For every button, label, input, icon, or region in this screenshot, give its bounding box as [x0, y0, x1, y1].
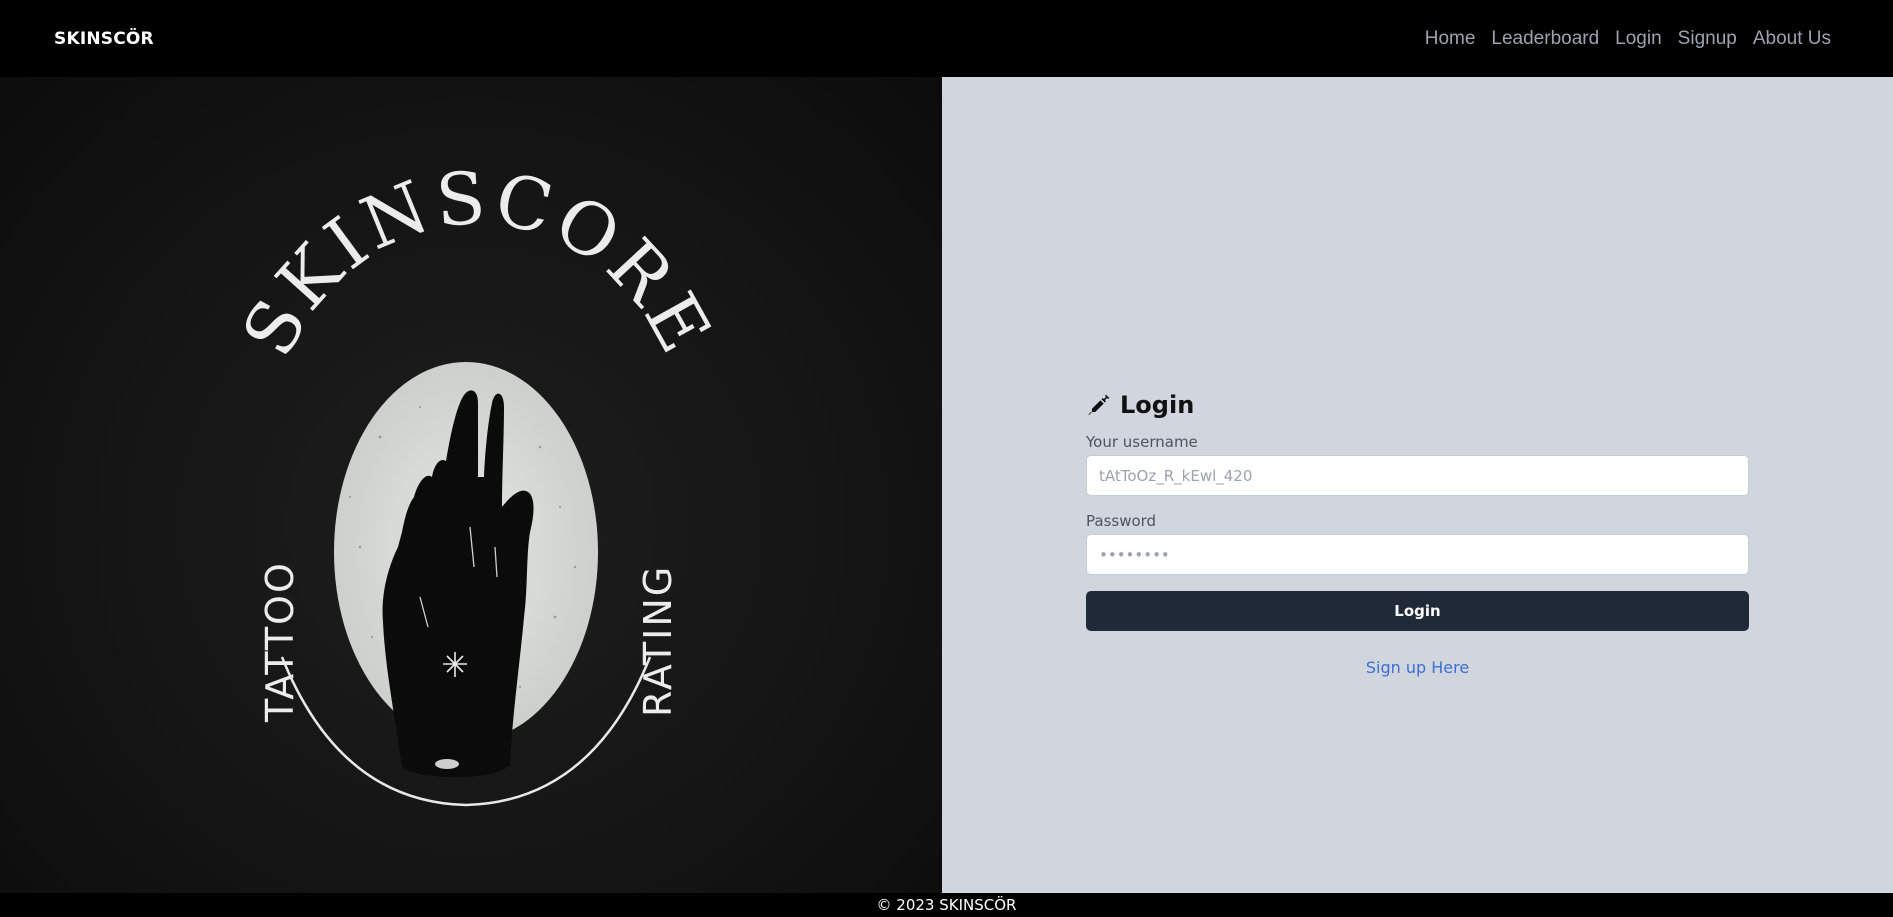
logo-arc-text: SKINSCORE — [226, 155, 729, 369]
footer-copyright: © 2023 SKINSCÖR — [876, 896, 1017, 914]
nav-link-home[interactable]: Home — [1425, 28, 1476, 50]
nav-link-login[interactable]: Login — [1615, 28, 1662, 50]
hero-logo-panel: SKINSCORE TATTOO RATING — [0, 77, 942, 893]
syringe-icon — [1088, 394, 1110, 416]
password-group: Password — [1086, 512, 1749, 575]
password-input[interactable] — [1086, 534, 1749, 575]
username-input[interactable] — [1086, 455, 1749, 496]
brand-logo-link[interactable]: SKINSCÖR — [54, 29, 154, 49]
username-label: Your username — [1086, 433, 1198, 451]
login-title-text: Login — [1120, 391, 1195, 419]
nav-links: Home Leaderboard Login Signup About Us — [1425, 28, 1831, 50]
username-group: Your username — [1086, 433, 1749, 496]
login-submit-button[interactable]: Login — [1086, 591, 1749, 631]
footer: © 2023 SKINSCÖR — [0, 893, 1893, 917]
nav-link-leaderboard[interactable]: Leaderboard — [1491, 28, 1599, 50]
top-navbar: SKINSCÖR Home Leaderboard Login Signup A… — [0, 0, 1893, 77]
skinscore-logo: SKINSCORE TATTOO RATING — [226, 155, 729, 807]
password-label: Password — [1086, 512, 1157, 530]
login-form: Login Your username Password Login Sign … — [1086, 391, 1749, 677]
nav-link-about-us[interactable]: About Us — [1753, 28, 1831, 50]
login-panel: Login Your username Password Login Sign … — [942, 77, 1893, 893]
logo-tattoo-text: TATTOO — [258, 561, 302, 723]
signup-link[interactable]: Sign up Here — [1086, 658, 1749, 677]
login-title: Login — [1086, 391, 1749, 419]
nav-link-signup[interactable]: Signup — [1678, 28, 1737, 50]
logo-rating-text: RATING — [636, 565, 680, 717]
